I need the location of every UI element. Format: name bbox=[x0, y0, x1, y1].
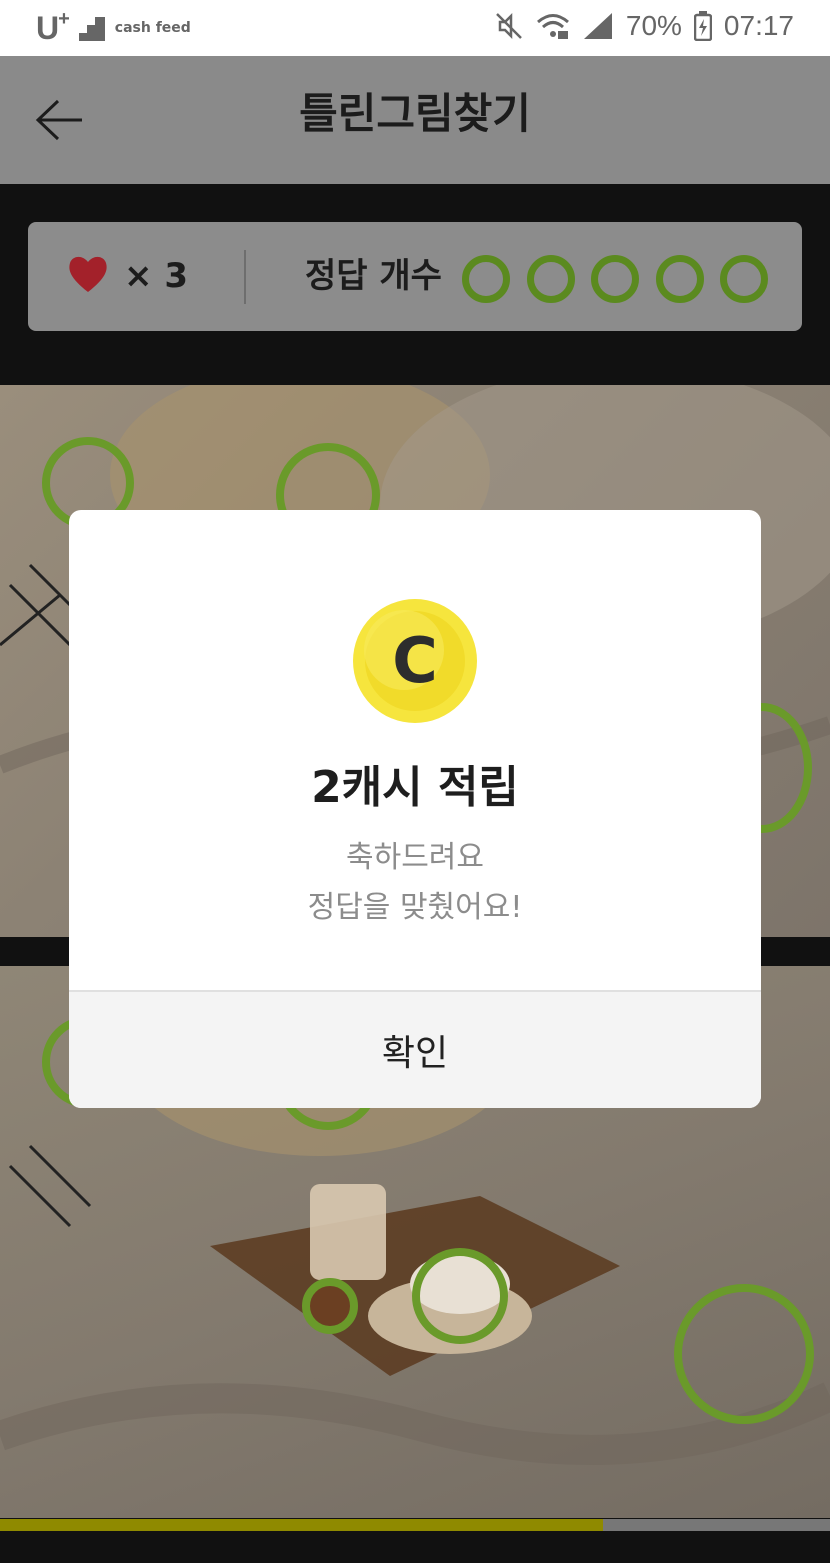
time-progress-bar bbox=[0, 1519, 830, 1531]
found-spot-ring bbox=[412, 1248, 508, 1344]
page-title: 틀린그림찾기 bbox=[299, 89, 531, 138]
score-divider bbox=[244, 250, 246, 304]
answer-slot-5 bbox=[720, 255, 768, 303]
signal-icon bbox=[583, 13, 612, 39]
confirm-button[interactable]: 확인 bbox=[69, 992, 761, 1108]
clock: 07:17 bbox=[723, 10, 794, 41]
reward-dialog: C 2캐시 적립 축하드려요 정답을 맞췄어요! 확인 bbox=[69, 510, 761, 1108]
answers-label: 정답 개수 bbox=[305, 256, 442, 296]
answer-slot-4 bbox=[656, 255, 704, 303]
app-bar: 틀린그림찾기 bbox=[0, 56, 830, 184]
dialog-footer: 확인 bbox=[69, 990, 761, 1108]
answer-slot-3 bbox=[591, 255, 639, 303]
answer-slot-2 bbox=[527, 255, 575, 303]
time-progress-fill bbox=[0, 1519, 604, 1531]
coin-icon: C bbox=[353, 599, 477, 723]
stairs-icon bbox=[78, 16, 105, 41]
cashfeed-badge: cash feed bbox=[114, 19, 191, 36]
battery-percent: 70% bbox=[625, 10, 682, 41]
status-bar-right: 70% 07:17 bbox=[494, 10, 794, 42]
status-bar: U+ cash feed 70% 07:17 bbox=[0, 0, 830, 56]
heart-icon bbox=[69, 256, 107, 292]
carrier-logo: U+ bbox=[36, 8, 70, 46]
wifi-icon bbox=[536, 14, 569, 39]
coin-letter: C bbox=[392, 624, 438, 697]
answer-slot-1 bbox=[462, 255, 510, 303]
mute-icon bbox=[495, 12, 522, 40]
battery-icon bbox=[693, 11, 712, 41]
message-line-1: 축하드려요 bbox=[346, 840, 484, 875]
message-line-2: 정답을 맞췄어요! bbox=[307, 890, 523, 925]
found-spot-ring bbox=[674, 1284, 814, 1424]
lives-count: × 3 bbox=[124, 256, 188, 296]
reward-title: 2캐시 적립 bbox=[311, 762, 519, 813]
found-spot-ring bbox=[302, 1278, 358, 1334]
status-bar-left: U+ cash feed bbox=[36, 8, 191, 47]
